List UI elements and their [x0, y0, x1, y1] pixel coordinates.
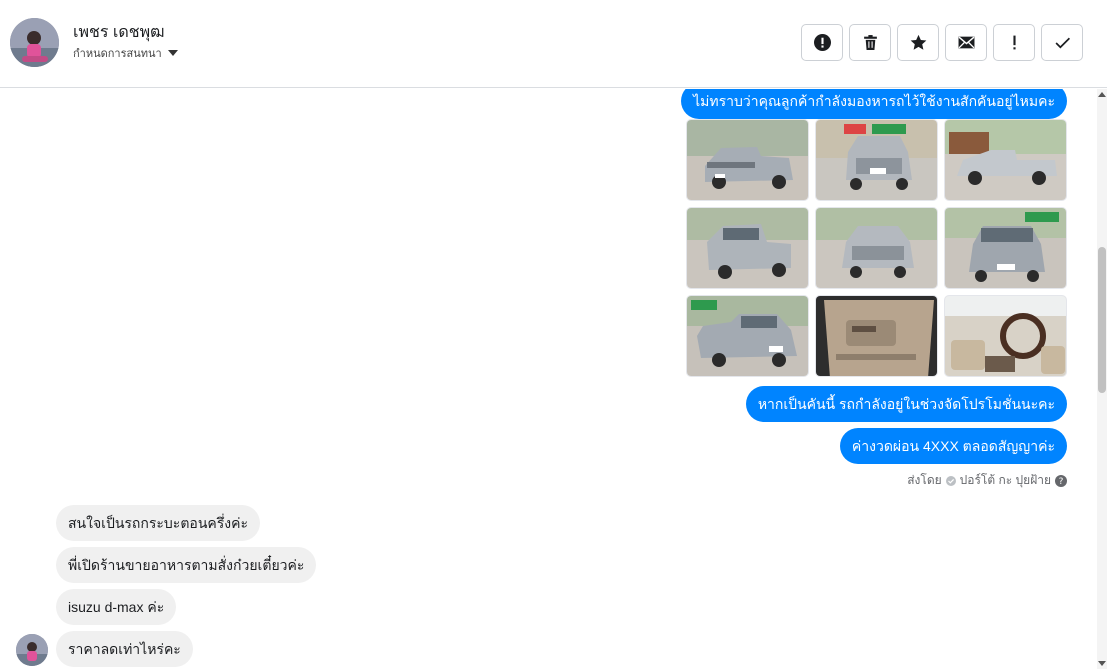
conversation-header: เพชร เดชพุฒ กำหนดการสนทนา [0, 0, 1107, 88]
sent-by-name[interactable]: ปอร์โต้ กะ ปุยฝ้าย [960, 471, 1051, 490]
photo-door-interior[interactable] [815, 295, 938, 377]
thread-scrollbar[interactable] [1097, 89, 1107, 669]
photo-front[interactable] [944, 207, 1067, 289]
incoming-message[interactable]: สนใจเป็นรถกระบะตอนครึ่งค่ะ [56, 505, 260, 541]
sent-by-info: ส่งโดย ปอร์โต้ กะ ปุยฝ้าย ? [907, 471, 1067, 490]
svg-text:?: ? [1059, 477, 1064, 487]
photo-rear-sign[interactable] [815, 119, 938, 201]
scroll-thumb[interactable] [1098, 247, 1106, 393]
outgoing-message[interactable]: หากเป็นคันนี้ รถกำลังอยู่ในช่วงจัดโปรโมช… [745, 386, 1067, 422]
check-circle-icon [945, 475, 956, 486]
message-thread: ไม่ทราบว่าคุณลูกค้ากำลังมองหารถไว้ใช้งาน… [0, 89, 1097, 669]
contact-avatar[interactable] [10, 18, 59, 67]
photo-rear[interactable] [815, 207, 938, 289]
mark-unread-button[interactable] [945, 24, 987, 61]
incoming-message[interactable]: พี่เปิดร้านขายอาหารตามสั่งก๋วยเตี๋ยวค่ะ [56, 547, 317, 583]
star-icon [910, 34, 926, 50]
contact-name[interactable]: เพชร เดชพุฒ [73, 20, 165, 45]
important-button[interactable] [993, 24, 1035, 61]
photo-attachment-grid [686, 119, 1067, 377]
conversation-toolbar [801, 24, 1083, 61]
scroll-up-arrow-icon[interactable] [1098, 92, 1106, 97]
photo-rear-left[interactable] [686, 207, 809, 289]
photo-side[interactable] [944, 119, 1067, 201]
photo-front-right[interactable] [686, 295, 809, 377]
trash-icon [863, 35, 877, 50]
outgoing-message[interactable]: ค่างวดผ่อน 4XXX ตลอดสัญญาค่ะ [839, 428, 1067, 464]
check-icon [1055, 37, 1070, 49]
delete-button[interactable] [849, 24, 891, 61]
contact-avatar-small[interactable] [16, 634, 48, 666]
help-icon[interactable]: ? [1055, 474, 1067, 487]
done-button[interactable] [1041, 24, 1083, 61]
caret-down-icon [167, 50, 178, 56]
incoming-message[interactable]: ราคาลดเท่าไหร่คะ [56, 631, 193, 667]
exclamation-icon [1012, 35, 1016, 50]
spam-button[interactable] [801, 24, 843, 61]
outgoing-message[interactable]: ไม่ทราบว่าคุณลูกค้ากำลังมองหารถไว้ใช้งาน… [681, 89, 1067, 119]
alert-circle-icon [813, 34, 831, 51]
scroll-down-arrow-icon[interactable] [1098, 661, 1106, 666]
incoming-message[interactable]: isuzu d-max ค่ะ [56, 589, 177, 625]
conversation-settings-label: กำหนดการสนทนา [73, 48, 162, 60]
sent-by-label: ส่งโดย [907, 473, 942, 487]
photo-dashboard[interactable] [944, 295, 1067, 377]
photo-front-left[interactable] [686, 119, 809, 201]
star-button[interactable] [897, 24, 939, 61]
conversation-settings[interactable]: กำหนดการสนทนา [73, 44, 178, 62]
envelope-icon [958, 36, 974, 49]
